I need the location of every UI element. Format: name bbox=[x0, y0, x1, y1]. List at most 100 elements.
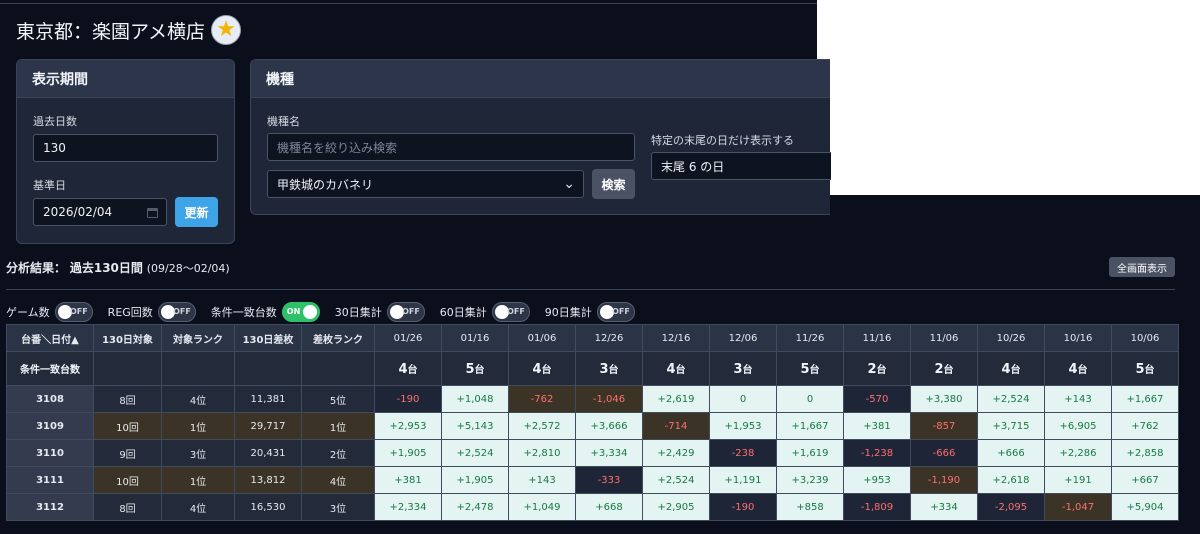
date-header[interactable]: 12/16 bbox=[642, 324, 710, 352]
diff-value-cell: -190 bbox=[709, 493, 777, 521]
match-count-value: 4 bbox=[532, 361, 542, 377]
date-header[interactable]: 11/16 bbox=[843, 324, 911, 352]
diff-value-cell: -238 bbox=[709, 439, 777, 467]
toggle-30day[interactable]: OFF bbox=[386, 302, 425, 322]
diff-rank-cell: 4位 bbox=[301, 466, 375, 494]
diff-value-cell: +762 bbox=[1111, 412, 1179, 440]
match-count-unit: 台 bbox=[407, 364, 418, 376]
match-count-value: 4 bbox=[1001, 361, 1011, 377]
match-count-unit: 台 bbox=[809, 364, 820, 376]
diff-total-cell: 20,431 bbox=[234, 439, 302, 467]
diff-value-cell: +1,191 bbox=[709, 466, 777, 494]
date-header[interactable]: 01/06 bbox=[508, 324, 576, 352]
toggle-30day-label: 30日集計 bbox=[334, 306, 382, 319]
date-header[interactable]: 10/26 bbox=[977, 324, 1045, 352]
diff-value-cell: +2,858 bbox=[1111, 439, 1179, 467]
analysis-table: 台番＼日付▲ 130日対象 対象ランク 130日差枚 差枚ランク 01/26 01/16 01… bbox=[6, 324, 1179, 521]
toggle-90day-label: 90日集計 bbox=[544, 306, 592, 319]
date-header[interactable]: 12/26 bbox=[575, 324, 643, 352]
diff-value-cell: -190 bbox=[374, 385, 442, 413]
fullscreen-button[interactable]: 全画面表示 bbox=[1109, 257, 1175, 277]
diff-value-cell: +6,905 bbox=[1044, 412, 1112, 440]
empty-cell bbox=[161, 351, 235, 386]
toggle-reg[interactable]: OFF bbox=[157, 302, 196, 322]
diff-value-cell: -1,047 bbox=[1044, 493, 1112, 521]
period-panel: 表示期間 過去日数 130 基準日 2026/02/04 更新 bbox=[16, 59, 235, 244]
match-count-value: 3 bbox=[733, 361, 743, 377]
match-count-unit: 台 bbox=[608, 364, 619, 376]
date-header[interactable]: 01/26 bbox=[374, 324, 442, 352]
diff-total-cell: 13,812 bbox=[234, 466, 302, 494]
column-header: 130日差枚 bbox=[234, 324, 302, 352]
machine-search-input[interactable]: 機種名を絞り込み検索 bbox=[267, 133, 635, 161]
diff-value-cell: -333 bbox=[575, 466, 643, 494]
sort-column-header[interactable]: 台番＼日付▲ bbox=[6, 324, 94, 352]
machine-number-cell[interactable]: 3111 bbox=[6, 466, 94, 494]
match-count-value: 5 bbox=[465, 361, 475, 377]
column-header: 130日対象 bbox=[93, 324, 162, 352]
diff-value-cell: +2,286 bbox=[1044, 439, 1112, 467]
top-divider bbox=[0, 3, 817, 4]
diff-value-cell: -1,238 bbox=[843, 439, 911, 467]
date-header[interactable]: 10/06 bbox=[1111, 324, 1179, 352]
machine-select[interactable]: 甲鉄城のカバネリ ⌄ bbox=[267, 170, 584, 198]
date-header[interactable]: 10/16 bbox=[1044, 324, 1112, 352]
diff-rank-cell: 3位 bbox=[301, 493, 375, 521]
base-date-input[interactable]: 2026/02/04 bbox=[33, 198, 167, 226]
target-count-cell: 10回 bbox=[93, 466, 162, 494]
diff-value-cell: +3,380 bbox=[910, 385, 978, 413]
search-button[interactable]: 検索 bbox=[592, 169, 635, 199]
diff-value-cell: +666 bbox=[977, 439, 1045, 467]
machine-number-cell[interactable]: 3110 bbox=[6, 439, 94, 467]
table-row: 3110 9回 3位 20,431 2位 +1,905 +2,524 +2,810 +3,334… bbox=[6, 439, 1179, 467]
match-count-cell: 3台 bbox=[575, 351, 643, 386]
match-count-unit: 台 bbox=[876, 364, 887, 376]
toggle-60day[interactable]: OFF bbox=[491, 302, 530, 322]
target-count-cell: 10回 bbox=[93, 412, 162, 440]
match-count-value: 3 bbox=[599, 361, 609, 377]
machine-number-cell[interactable]: 3112 bbox=[6, 493, 94, 521]
diff-value-cell: +1,049 bbox=[508, 493, 576, 521]
date-header[interactable]: 11/26 bbox=[776, 324, 844, 352]
chevron-down-icon: ⌄ bbox=[563, 176, 575, 192]
target-rank-cell: 4位 bbox=[161, 385, 235, 413]
star-icon[interactable]: ★ bbox=[211, 15, 242, 45]
machine-number-cell[interactable]: 3108 bbox=[6, 385, 94, 413]
empty-cell bbox=[234, 351, 302, 386]
toggle-match-count-label: 条件一致台数 bbox=[210, 306, 277, 319]
toggle-state: OFF bbox=[69, 307, 88, 316]
match-count-cell: 5台 bbox=[1111, 351, 1179, 386]
toggle-match-count[interactable]: ON bbox=[281, 302, 320, 322]
date-header[interactable]: 11/06 bbox=[910, 324, 978, 352]
diff-rank-cell: 5位 bbox=[301, 385, 375, 413]
toggle-state: OFF bbox=[402, 307, 420, 316]
diff-value-cell: 0 bbox=[776, 385, 844, 413]
target-rank-cell: 3位 bbox=[161, 439, 235, 467]
toggle-games[interactable]: OFF bbox=[54, 302, 93, 322]
date-header[interactable]: 01/16 bbox=[441, 324, 509, 352]
toggle-90day[interactable]: OFF bbox=[596, 302, 635, 322]
update-button[interactable]: 更新 bbox=[175, 197, 218, 227]
machine-name-label: 機種名 bbox=[267, 115, 300, 128]
days-input[interactable]: 130 bbox=[33, 134, 218, 162]
diff-value-cell: +1,667 bbox=[1111, 385, 1179, 413]
diff-value-cell: +334 bbox=[910, 493, 978, 521]
diff-value-cell: +1,048 bbox=[441, 385, 509, 413]
diff-value-cell: +3,715 bbox=[977, 412, 1045, 440]
diff-value-cell: -714 bbox=[642, 412, 710, 440]
target-count-cell: 9回 bbox=[93, 439, 162, 467]
diff-value-cell: +2,572 bbox=[508, 412, 576, 440]
table-row: 3109 10回 1位 29,717 1位 +2,953 +5,143 +2,572 +3,66… bbox=[6, 412, 1179, 440]
date-header[interactable]: 12/06 bbox=[709, 324, 777, 352]
diff-value-cell: -666 bbox=[910, 439, 978, 467]
table-row: 3108 8回 4位 11,381 5位 -190 +1,048 -762 -1,046 +2,6… bbox=[6, 385, 1179, 413]
match-count-label: 条件一致台数 bbox=[6, 351, 94, 386]
tail-day-select[interactable]: 末尾 6 の日 bbox=[651, 152, 831, 180]
page-title: 東京都：楽園アメ横店 ★ bbox=[16, 14, 242, 46]
diff-value-cell: +2,524 bbox=[977, 385, 1045, 413]
match-count-cell: 5台 bbox=[441, 351, 509, 386]
calendar-icon[interactable] bbox=[147, 208, 158, 218]
toggle-games-label: ゲーム数 bbox=[6, 306, 50, 319]
toggle-state: ON bbox=[286, 307, 301, 316]
machine-number-cell[interactable]: 3109 bbox=[6, 412, 94, 440]
